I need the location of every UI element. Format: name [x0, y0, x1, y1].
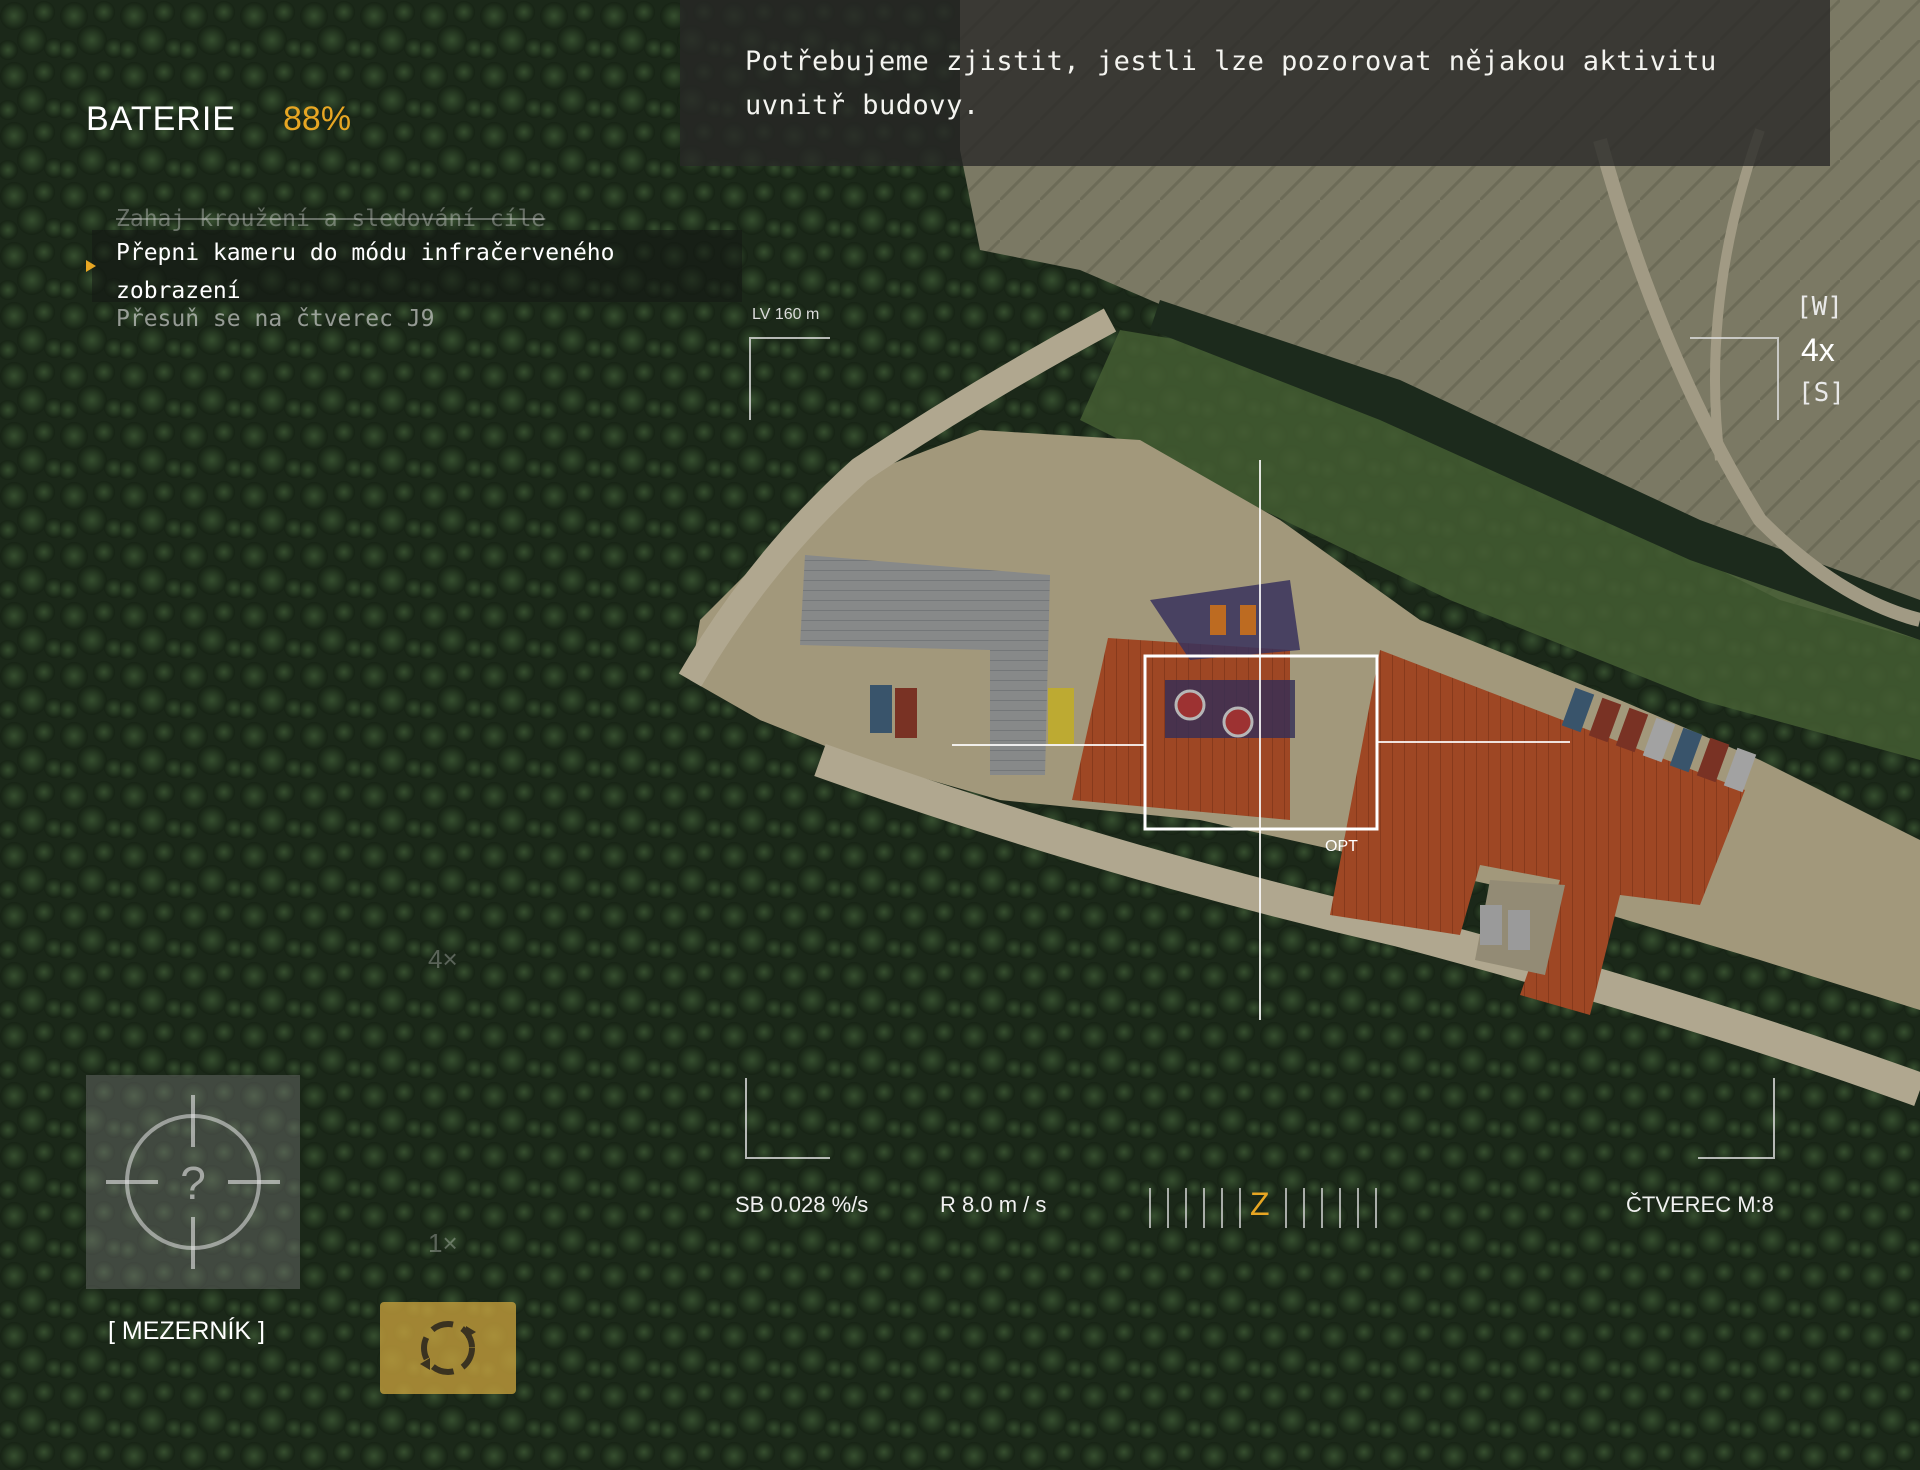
scan-button[interactable] [380, 1302, 516, 1394]
battery-value: 88% [283, 100, 352, 138]
active-task-arrow-icon [86, 260, 96, 272]
speed-readout: R 8.0 m / s [940, 1192, 1047, 1217]
zoom-scale-low: 1× [428, 1228, 458, 1258]
battery-drain-readout: SB 0.028 %/s [735, 1192, 869, 1217]
drone-camera-view: Potřebujeme zjistit, jestli lze pozorova… [0, 0, 1920, 1470]
task-list: Zahaj kroužení a sledování cíle Přepni k… [0, 200, 742, 332]
target-lock-button[interactable]: ? [86, 1075, 300, 1289]
frame-corner-bottom-left [745, 1078, 830, 1159]
frame-corner-bottom-right [1698, 1078, 1775, 1159]
zoom-scale-high: 4× [428, 944, 458, 974]
task-active: Přepni kameru do módu infračerveného zob… [116, 240, 615, 304]
rotate-scan-icon [420, 1321, 476, 1375]
grid-square-readout: ČTVEREC M:8 [1626, 1192, 1774, 1217]
svg-text:?: ? [180, 1157, 206, 1209]
task-next: Přesuň se na čtverec J9 [116, 306, 435, 332]
camera-mode-label: OPT [1325, 838, 1358, 855]
compass-heading: Z [1250, 1186, 1270, 1222]
altitude-readout: LV 160 m [752, 306, 820, 323]
battery-label: BATERIE [86, 100, 236, 138]
target-lock-key: [ MEZERNÍK ] [108, 1317, 265, 1345]
frame-corner-top-left [749, 337, 830, 420]
zoom-out-key[interactable]: [S] [1798, 378, 1845, 408]
zoom-level: 4x [1801, 332, 1835, 368]
task-completed: Zahaj kroužení a sledování cíle [116, 206, 546, 232]
frame-corner-top-right [1690, 337, 1779, 420]
crosshair-question-icon: ? [106, 1095, 280, 1269]
zoom-in-key[interactable]: [W] [1796, 292, 1843, 322]
objective-text: Potřebujeme zjistit, jestli lze pozorova… [745, 46, 1717, 121]
